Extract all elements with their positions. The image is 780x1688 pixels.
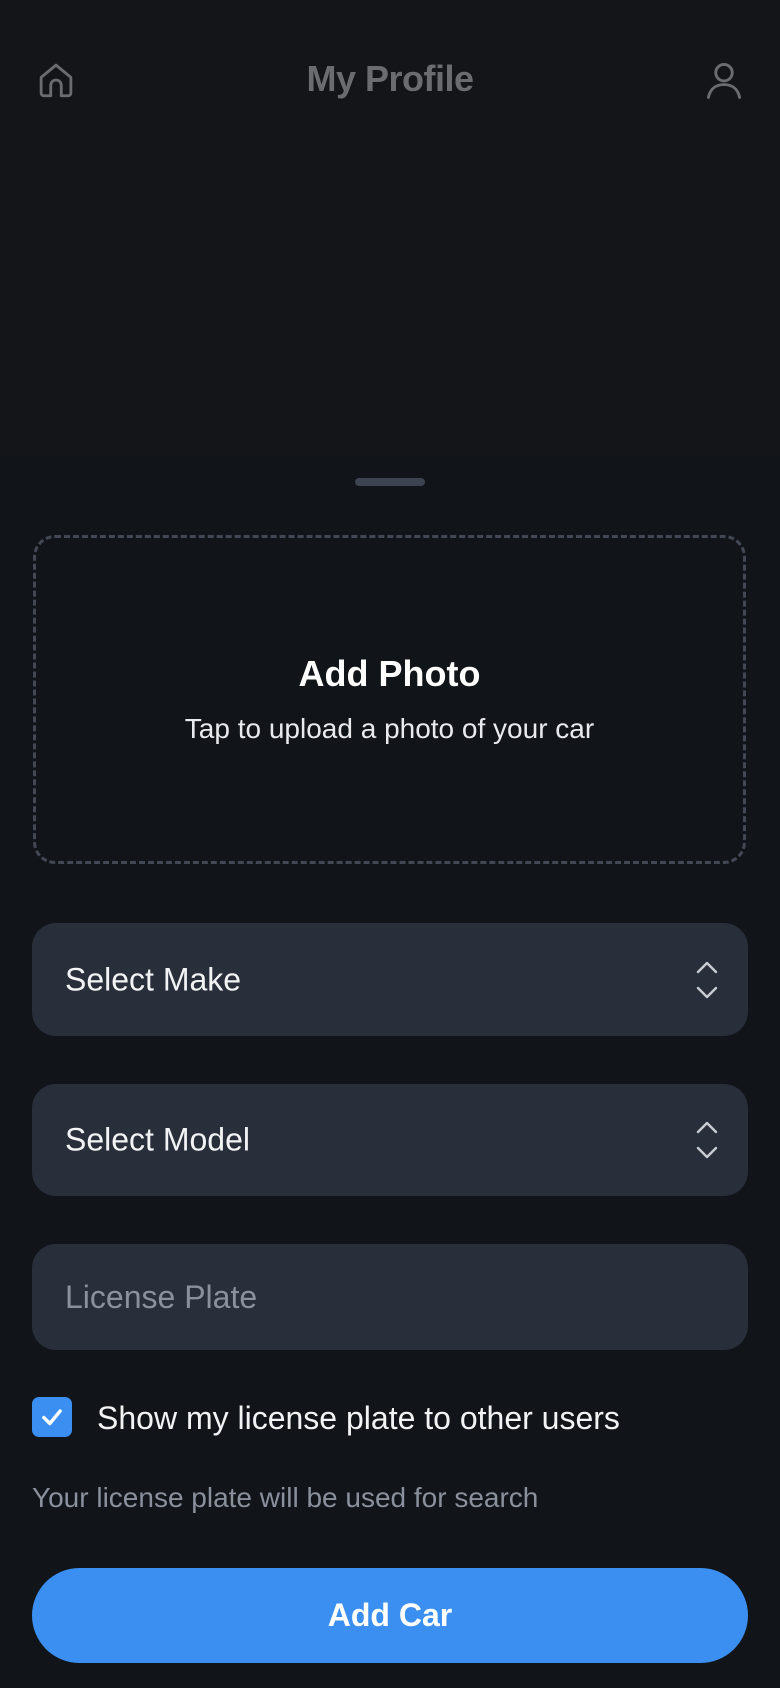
- chevron-up-down-icon: [696, 961, 718, 998]
- select-make-dropdown[interactable]: Select Make: [32, 923, 748, 1036]
- profile-button[interactable]: [700, 56, 748, 104]
- license-plate-hint: Your license plate will be used for sear…: [32, 1482, 539, 1513]
- checkmark-icon: [42, 1409, 62, 1426]
- top-bar: My Profile: [0, 0, 780, 160]
- add-photo-dropzone[interactable]: Add Photo Tap to upload a photo of your …: [33, 535, 746, 864]
- sheet-drag-handle[interactable]: [355, 478, 425, 486]
- show-plate-label[interactable]: Show my license plate to other users: [97, 1400, 620, 1437]
- user-icon: [706, 62, 742, 99]
- add-photo-subtitle: Tap to upload a photo of your car: [184, 713, 595, 744]
- select-make-label: Select Make: [65, 961, 242, 997]
- show-plate-checkbox[interactable]: [32, 1397, 72, 1437]
- license-plate-input[interactable]: [32, 1244, 748, 1350]
- select-model-dropdown[interactable]: Select Model: [32, 1084, 748, 1196]
- select-model-label: Select Model: [65, 1121, 250, 1158]
- add-photo-title: Add Photo: [298, 653, 481, 694]
- add-car-button[interactable]: Add Car: [32, 1568, 748, 1663]
- app-screen: My Profile Add Photo Tap to upload a pho…: [0, 0, 780, 1688]
- page-title: My Profile: [306, 58, 474, 99]
- chevron-up-down-icon: [696, 1121, 718, 1159]
